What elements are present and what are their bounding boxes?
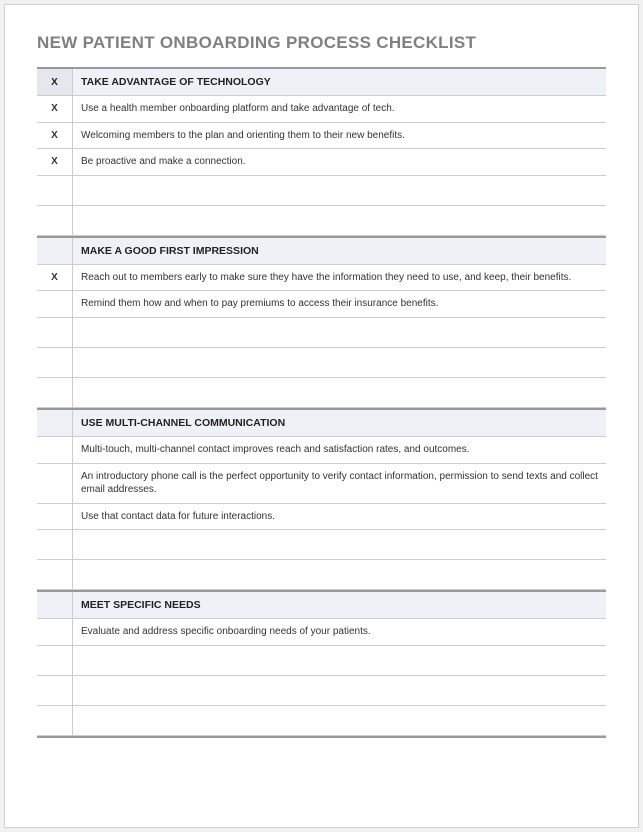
item-text xyxy=(73,318,606,347)
item-text: Welcoming members to the plan and orient… xyxy=(73,123,606,149)
check-cell[interactable] xyxy=(37,464,73,503)
item-text: Use a health member onboarding platform … xyxy=(73,96,606,122)
item-text xyxy=(73,348,606,377)
item-text xyxy=(73,646,606,675)
item-text xyxy=(73,676,606,705)
item-text: An introductory phone call is the perfec… xyxy=(73,464,606,503)
check-cell[interactable]: X xyxy=(37,123,73,149)
check-cell[interactable] xyxy=(37,348,73,377)
checklist-row: Use that contact data for future interac… xyxy=(37,504,606,531)
checklist-row xyxy=(37,560,606,590)
checklist-section: XTAKE ADVANTAGE OF TECHNOLOGYXUse a heal… xyxy=(37,67,606,236)
check-cell[interactable] xyxy=(37,619,73,645)
item-text xyxy=(73,530,606,559)
header-check-cell[interactable] xyxy=(37,410,73,436)
checklist-row: XUse a health member onboarding platform… xyxy=(37,96,606,123)
header-check-cell[interactable] xyxy=(37,592,73,618)
checklist-section: USE MULTI-CHANNEL COMMUNICATIONMulti-tou… xyxy=(37,408,606,590)
item-text: Multi-touch, multi-channel contact impro… xyxy=(73,437,606,463)
item-text: Be proactive and make a connection. xyxy=(73,149,606,175)
item-text xyxy=(73,176,606,205)
checklist-row: An introductory phone call is the perfec… xyxy=(37,464,606,504)
checklist-row: Remind them how and when to pay premiums… xyxy=(37,291,606,318)
page-title: NEW PATIENT ONBOARDING PROCESS CHECKLIST xyxy=(37,33,606,53)
checklist-row xyxy=(37,206,606,236)
check-cell[interactable]: X xyxy=(37,149,73,175)
item-text xyxy=(73,706,606,735)
item-text: Reach out to members early to make sure … xyxy=(73,265,606,291)
section-header-text: USE MULTI-CHANNEL COMMUNICATION xyxy=(73,410,606,436)
check-cell[interactable] xyxy=(37,378,73,407)
check-cell[interactable]: X xyxy=(37,265,73,291)
check-cell[interactable]: X xyxy=(37,96,73,122)
section-header: XTAKE ADVANTAGE OF TECHNOLOGY xyxy=(37,69,606,96)
checklist-container: XTAKE ADVANTAGE OF TECHNOLOGYXUse a heal… xyxy=(37,67,606,738)
item-text: Use that contact data for future interac… xyxy=(73,504,606,530)
item-text xyxy=(73,206,606,235)
checklist-row xyxy=(37,378,606,408)
checklist-section: MEET SPECIFIC NEEDSEvaluate and address … xyxy=(37,590,606,738)
checklist-row xyxy=(37,176,606,206)
document-page: NEW PATIENT ONBOARDING PROCESS CHECKLIST… xyxy=(4,4,639,828)
check-cell[interactable] xyxy=(37,291,73,317)
section-header-text: MEET SPECIFIC NEEDS xyxy=(73,592,606,618)
checklist-row: Evaluate and address specific onboarding… xyxy=(37,619,606,646)
checklist-row: XBe proactive and make a connection. xyxy=(37,149,606,176)
section-header-text: MAKE A GOOD FIRST IMPRESSION xyxy=(73,238,606,264)
checklist-row xyxy=(37,530,606,560)
checklist-row xyxy=(37,318,606,348)
checklist-row xyxy=(37,706,606,736)
checklist-section: MAKE A GOOD FIRST IMPRESSIONXReach out t… xyxy=(37,236,606,408)
checklist-row: XReach out to members early to make sure… xyxy=(37,265,606,292)
checklist-row xyxy=(37,676,606,706)
item-text xyxy=(73,560,606,589)
checklist-row: XWelcoming members to the plan and orien… xyxy=(37,123,606,150)
check-cell[interactable] xyxy=(37,504,73,530)
check-cell[interactable] xyxy=(37,176,73,205)
section-header-text: TAKE ADVANTAGE OF TECHNOLOGY xyxy=(73,69,606,95)
section-header: MEET SPECIFIC NEEDS xyxy=(37,592,606,619)
item-text: Evaluate and address specific onboarding… xyxy=(73,619,606,645)
item-text xyxy=(73,378,606,407)
check-cell[interactable] xyxy=(37,560,73,589)
check-cell[interactable] xyxy=(37,437,73,463)
item-text: Remind them how and when to pay premiums… xyxy=(73,291,606,317)
header-check-cell[interactable] xyxy=(37,238,73,264)
check-cell[interactable] xyxy=(37,676,73,705)
checklist-row xyxy=(37,646,606,676)
section-header: USE MULTI-CHANNEL COMMUNICATION xyxy=(37,410,606,437)
check-cell[interactable] xyxy=(37,706,73,735)
checklist-row xyxy=(37,348,606,378)
check-cell[interactable] xyxy=(37,206,73,235)
check-cell[interactable] xyxy=(37,530,73,559)
section-header: MAKE A GOOD FIRST IMPRESSION xyxy=(37,238,606,265)
check-cell[interactable] xyxy=(37,318,73,347)
checklist-row: Multi-touch, multi-channel contact impro… xyxy=(37,437,606,464)
header-check-cell[interactable]: X xyxy=(37,69,73,95)
check-cell[interactable] xyxy=(37,646,73,675)
